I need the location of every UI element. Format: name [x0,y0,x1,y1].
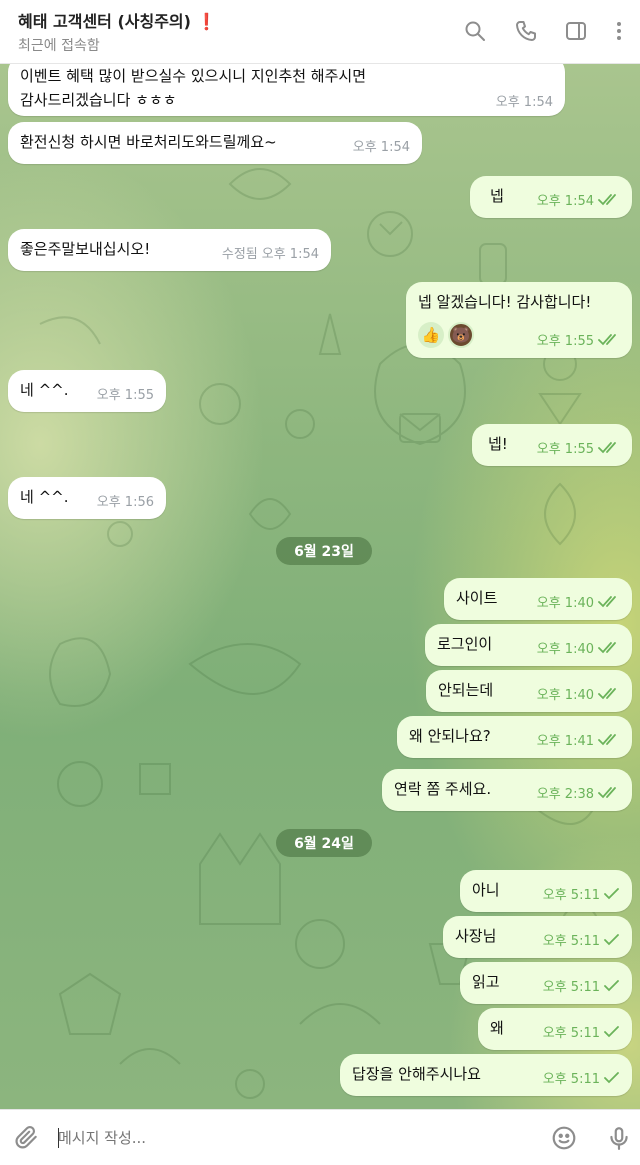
message-time: 오후 5:11 [542,1072,600,1087]
double-check-icon [598,441,620,454]
message-time: 오후 1:40 [536,688,594,703]
message-time: 오후 5:11 [542,1026,600,1041]
chat-title-text[interactable]: 혜태 고객센터 (사칭주의) [18,12,191,31]
message-time: 오후 5:11 [542,934,600,949]
outgoing-message[interactable]: 넵 알겠습니다! 감사합니다! 👍 🐻 오후 1:55 [406,282,632,358]
last-seen-status: 최근에 접속함 [18,38,100,54]
check-icon [604,979,620,992]
outgoing-message[interactable]: 사장님 오후 5:11 [443,916,632,958]
check-icon [604,1071,620,1084]
double-check-icon [598,641,620,654]
outgoing-message[interactable]: 답장을 안해주시나요 오후 5:11 [340,1054,632,1096]
chat-header: 혜태 고객센터 (사칭주의) ❗ 최근에 접속함 [0,0,640,64]
message-text: 넵 알겠습니다! 감사합니다! [418,293,592,311]
message-time: 오후 1:54 [352,140,410,155]
incoming-message[interactable]: 환전신청 하시면 바로처리도와드릴께요~ 오후 1:54 [8,122,422,164]
outgoing-message[interactable]: 연락 쫌 주세요. 오후 2:38 [382,769,632,811]
outgoing-message[interactable]: 읽고 오후 5:11 [460,962,632,1004]
smiley-icon[interactable] [549,1123,579,1153]
message-time: 오후 1:40 [536,642,594,657]
double-check-icon [598,687,620,700]
message-time: 오후 1:56 [96,495,154,510]
check-icon [604,1025,620,1038]
thumbs-up-reaction[interactable]: 👍 [418,322,444,348]
incoming-message[interactable]: 네 ^^. 오후 1:56 [8,477,166,519]
check-icon [604,933,620,946]
phone-icon[interactable] [511,16,541,46]
message-time: 오후 2:38 [536,787,594,802]
outgoing-message[interactable]: 로그인이 오후 1:40 [425,624,632,666]
message-reactions: 👍 🐻 [418,322,474,348]
sidebar-panel-icon[interactable] [561,16,591,46]
edited-label: 수정됨 [221,247,258,262]
message-text: 이벤트 혜택 많이 받으실수 있으시니 지인추천 해주시면 감사드리겠습니다 ㅎ… [20,67,367,109]
message-input[interactable] [58,1124,528,1152]
paperclip-icon[interactable] [12,1123,42,1153]
exclamation-icon: ❗ [196,12,217,31]
microphone-icon[interactable] [604,1123,634,1153]
chat-title[interactable]: 혜태 고객센터 (사칭주의) ❗ [18,8,216,32]
outgoing-message[interactable]: 넵! 오후 1:55 [472,424,632,466]
double-check-icon [598,786,620,799]
message-composer [0,1109,640,1165]
message-time: 오후 1:54 [495,95,553,110]
chat-history[interactable]: 이벤트 혜택 많이 받으실수 있으시니 지인추천 해주시면 감사드리겠습니다 ㅎ… [0,64,640,1109]
message-time: 오후 1:41 [536,734,594,749]
message-time: 오후 1:55 [536,442,594,457]
outgoing-message[interactable]: 넵 오후 1:54 [470,176,632,218]
incoming-message[interactable]: 이벤트 혜택 많이 받으실수 있으시니 지인추천 해주시면 감사드리겠습니다 ㅎ… [8,64,565,116]
outgoing-message[interactable]: 왜 안되나요? 오후 1:41 [397,716,632,758]
message-time: 오후 5:11 [542,980,600,995]
message-time: 오후 1:40 [536,596,594,611]
double-check-icon [598,333,620,346]
message-time: 오후 1:54 [536,194,594,209]
message-text: 환전신청 하시면 바로처리도와드릴께요~ [20,133,277,151]
outgoing-message[interactable]: 안되는데 오후 1:40 [426,670,632,712]
incoming-message[interactable]: 좋은주말보내십시오! 수정됨 오후 1:54 [8,229,331,271]
date-separator: 6월 24일 [276,829,372,857]
search-icon[interactable] [460,16,490,46]
check-icon [604,887,620,900]
reaction-avatar[interactable]: 🐻 [448,322,474,348]
outgoing-message[interactable]: 사이트 오후 1:40 [444,578,632,620]
more-vertical-icon[interactable] [604,16,634,46]
incoming-message[interactable]: 네 ^^. 오후 1:55 [8,370,166,412]
message-time: 오후 1:54 [261,247,319,262]
double-check-icon [598,193,620,206]
message-time: 오후 1:55 [96,388,154,403]
double-check-icon [598,733,620,746]
message-time: 오후 1:55 [536,334,594,349]
outgoing-message[interactable]: 아니 오후 5:11 [460,870,632,912]
message-time: 오후 5:11 [542,888,600,903]
outgoing-message[interactable]: 왜 오후 5:11 [478,1008,632,1050]
double-check-icon [598,595,620,608]
date-separator: 6월 23일 [276,537,372,565]
